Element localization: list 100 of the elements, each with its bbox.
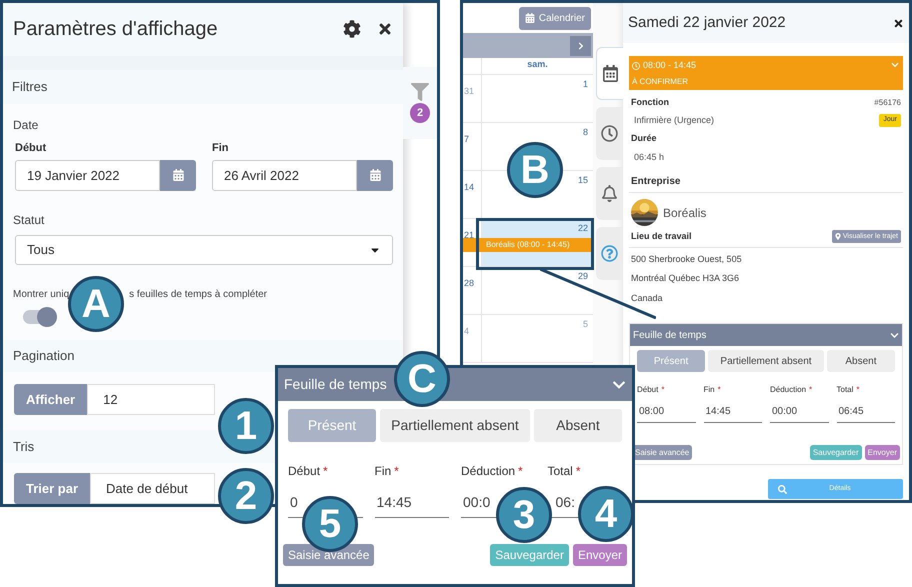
field-label: Fin: [704, 384, 715, 396]
input-addon: Afficher: [14, 384, 88, 416]
toggle-switch[interactable]: [23, 310, 55, 324]
section-heading: Filtres: [12, 78, 48, 96]
field-label: Total: [836, 384, 854, 396]
details-title: Samedi 22 janvier 2022: [628, 12, 786, 33]
calendar-icon: [524, 13, 535, 23]
day-number: 29: [578, 270, 588, 283]
chevron-icon: [576, 42, 584, 50]
section-heading: Tris: [13, 438, 34, 456]
field-label: Fonction: [631, 96, 669, 109]
map-pin-icon: [834, 233, 841, 240]
next-button[interactable]: [570, 36, 591, 56]
attendance-tab[interactable]: Partiellement absent: [380, 409, 530, 442]
day-number: 15: [578, 174, 588, 187]
duration-value: 06:45 h: [633, 150, 666, 164]
clock-icon: [632, 62, 640, 70]
time-field[interactable]: 14:45: [706, 404, 731, 419]
time-field[interactable]: 06:: [556, 492, 575, 513]
timesheet-title: Feuille de temps: [284, 375, 387, 394]
time-field[interactable]: 14:45: [376, 492, 412, 513]
timesheet-title: Feuille de temps: [633, 328, 706, 342]
field-label: Statut: [13, 212, 46, 229]
clock-icon: [601, 125, 618, 142]
field-label: Début: [637, 384, 658, 396]
side-tab[interactable]: [596, 47, 623, 100]
required-mark: *: [718, 384, 721, 396]
address-line: Montréal Québec H3A 3G6: [631, 272, 740, 285]
status-select[interactable]: Tous: [15, 234, 393, 265]
day-number: 22: [578, 222, 588, 235]
day-number: 28: [464, 278, 474, 288]
address-line: Canada: [631, 292, 664, 304]
date-field[interactable]: 26 Avril 2022: [212, 160, 357, 191]
day-number: 4: [464, 326, 470, 336]
required-mark: *: [856, 384, 860, 396]
day-number: 5: [582, 318, 588, 331]
date-field[interactable]: 19 Janvier 2022: [15, 160, 160, 191]
help-icon: [601, 245, 618, 262]
filter-icon: [411, 83, 429, 101]
calendar-icon: [602, 65, 618, 82]
settings-icon[interactable]: [343, 20, 361, 38]
calendar-icon: [370, 169, 380, 182]
attendance-tab[interactable]: Absent: [826, 350, 895, 372]
day-number: 8: [582, 126, 588, 139]
timesheet-header[interactable]: Feuille de temps: [630, 324, 902, 346]
side-tab[interactable]: [596, 167, 623, 220]
required-mark: *: [394, 463, 399, 480]
field-label: Début: [288, 463, 320, 480]
sort-field[interactable]: Date de début: [90, 473, 216, 504]
time-field[interactable]: 08:00: [639, 404, 664, 419]
address-line: 500 Sherbrooke Ouest, 505: [631, 252, 743, 266]
close-icon[interactable]: [377, 21, 393, 38]
calendar-icon: [172, 169, 184, 182]
field-label: Début: [15, 141, 48, 156]
close-icon[interactable]: [893, 18, 904, 28]
day-number: 14: [464, 182, 474, 192]
bell-icon: [601, 185, 618, 202]
field-label: Fin: [374, 463, 392, 480]
shift-time: 08:00 - 14:45: [643, 59, 696, 72]
day-number: 21: [464, 230, 474, 240]
time-field[interactable]: 06:45: [838, 404, 864, 419]
search-icon: [778, 484, 787, 494]
day-number: 1: [582, 78, 588, 91]
company-name: Boréalis: [663, 204, 706, 222]
chevron-icon: [890, 330, 899, 340]
page-size-field[interactable]: 12: [87, 384, 216, 416]
field-label: Fin: [212, 141, 230, 156]
required-mark: *: [661, 384, 664, 396]
section-heading: Lieu de travail: [631, 230, 692, 243]
column-header: sam.: [526, 58, 549, 71]
field-label: Total: [548, 463, 573, 480]
field-label: Date: [13, 117, 40, 134]
required-mark: *: [809, 384, 812, 396]
time-field[interactable]: 00:00: [772, 404, 798, 419]
required-mark: *: [323, 463, 328, 480]
attendance-tab[interactable]: Partiellement absent: [708, 350, 824, 372]
toggle-label: s feuilles de temps à compléter: [129, 288, 267, 302]
day-number: 7: [464, 134, 470, 144]
time-field[interactable]: 0: [290, 492, 298, 513]
calendar-button[interactable]: [357, 160, 393, 191]
function-value: Infirmière (Urgence): [634, 114, 714, 127]
section-heading: Entreprise: [629, 174, 903, 193]
filter-count-badge: 2: [410, 103, 430, 123]
panel-title: Paramètres d'affichage: [13, 17, 218, 42]
chevron-icon: [891, 61, 899, 69]
section-heading: Pagination: [13, 347, 74, 366]
toggle-label: Montrer uniq: [13, 288, 70, 302]
day-number: 31: [464, 86, 474, 96]
required-mark: *: [576, 463, 581, 480]
side-tab[interactable]: [596, 107, 623, 160]
filter-tab[interactable]: 2: [403, 67, 437, 139]
calendar-button[interactable]: [160, 160, 196, 191]
attendance-tab[interactable]: Absent: [534, 409, 622, 442]
input-addon: Trier par: [14, 473, 90, 504]
shift-id: #56176: [874, 96, 901, 109]
required-mark: *: [518, 463, 523, 480]
time-field[interactable]: 00:0: [463, 492, 490, 513]
shift-status: À CONFIRMER: [632, 76, 689, 88]
field-label: Déduction: [770, 384, 806, 396]
field-label: Déduction: [461, 463, 516, 480]
